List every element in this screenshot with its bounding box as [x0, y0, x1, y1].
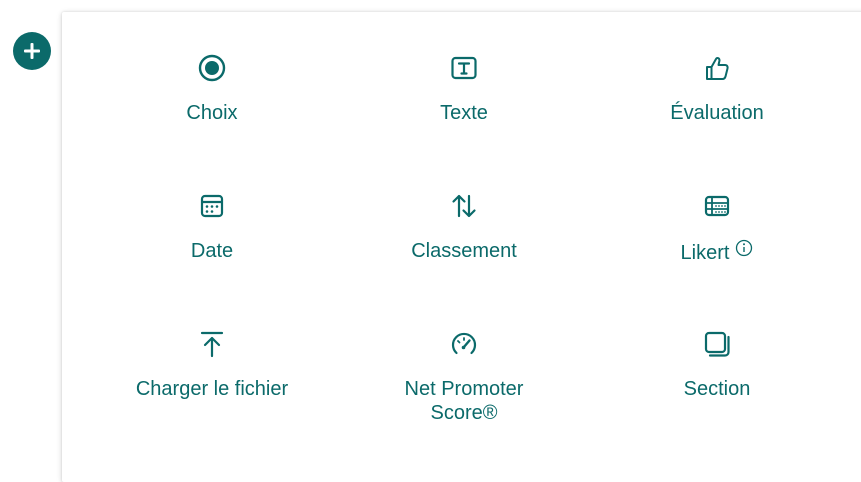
question-type-menu: Choix Texte Évaluation Date Classement L… [62, 12, 861, 482]
menu-item-section[interactable]: Section [607, 328, 827, 401]
menu-item-label: Net Promoter Score® [404, 378, 524, 424]
gauge-icon [448, 328, 480, 360]
menu-item-label: Section [683, 378, 751, 400]
menu-item-choice[interactable]: Choix [102, 52, 322, 125]
menu-item-nps[interactable]: Net Promoter Score® [354, 328, 574, 425]
add-question-button[interactable] [13, 32, 51, 70]
menu-item-label: Likert [680, 242, 730, 264]
sort-arrows-icon [448, 190, 480, 222]
menu-item-rating[interactable]: Évaluation [607, 52, 827, 125]
calendar-icon [196, 190, 228, 222]
text-box-icon [448, 52, 480, 84]
menu-item-ranking[interactable]: Classement [354, 190, 574, 263]
info-icon[interactable] [735, 239, 753, 263]
radio-button-icon [196, 52, 228, 84]
menu-item-label: Classement [411, 240, 517, 262]
plus-icon [24, 43, 40, 59]
menu-item-label-wrap: Likert [681, 239, 754, 265]
likert-grid-icon [701, 190, 733, 222]
menu-item-likert[interactable]: Likert [607, 190, 827, 265]
menu-item-date[interactable]: Date [102, 190, 322, 263]
menu-item-label: Évaluation [670, 102, 764, 124]
menu-item-text[interactable]: Texte [354, 52, 574, 125]
menu-item-label: Date [190, 240, 234, 262]
section-icon [701, 328, 733, 360]
menu-item-upload[interactable]: Charger le fichier [102, 328, 322, 401]
thumbs-up-icon [701, 52, 733, 84]
upload-icon [196, 328, 228, 360]
menu-item-label: Choix [186, 102, 238, 124]
menu-item-label: Charger le fichier [135, 378, 289, 400]
menu-item-label: Texte [440, 102, 488, 124]
